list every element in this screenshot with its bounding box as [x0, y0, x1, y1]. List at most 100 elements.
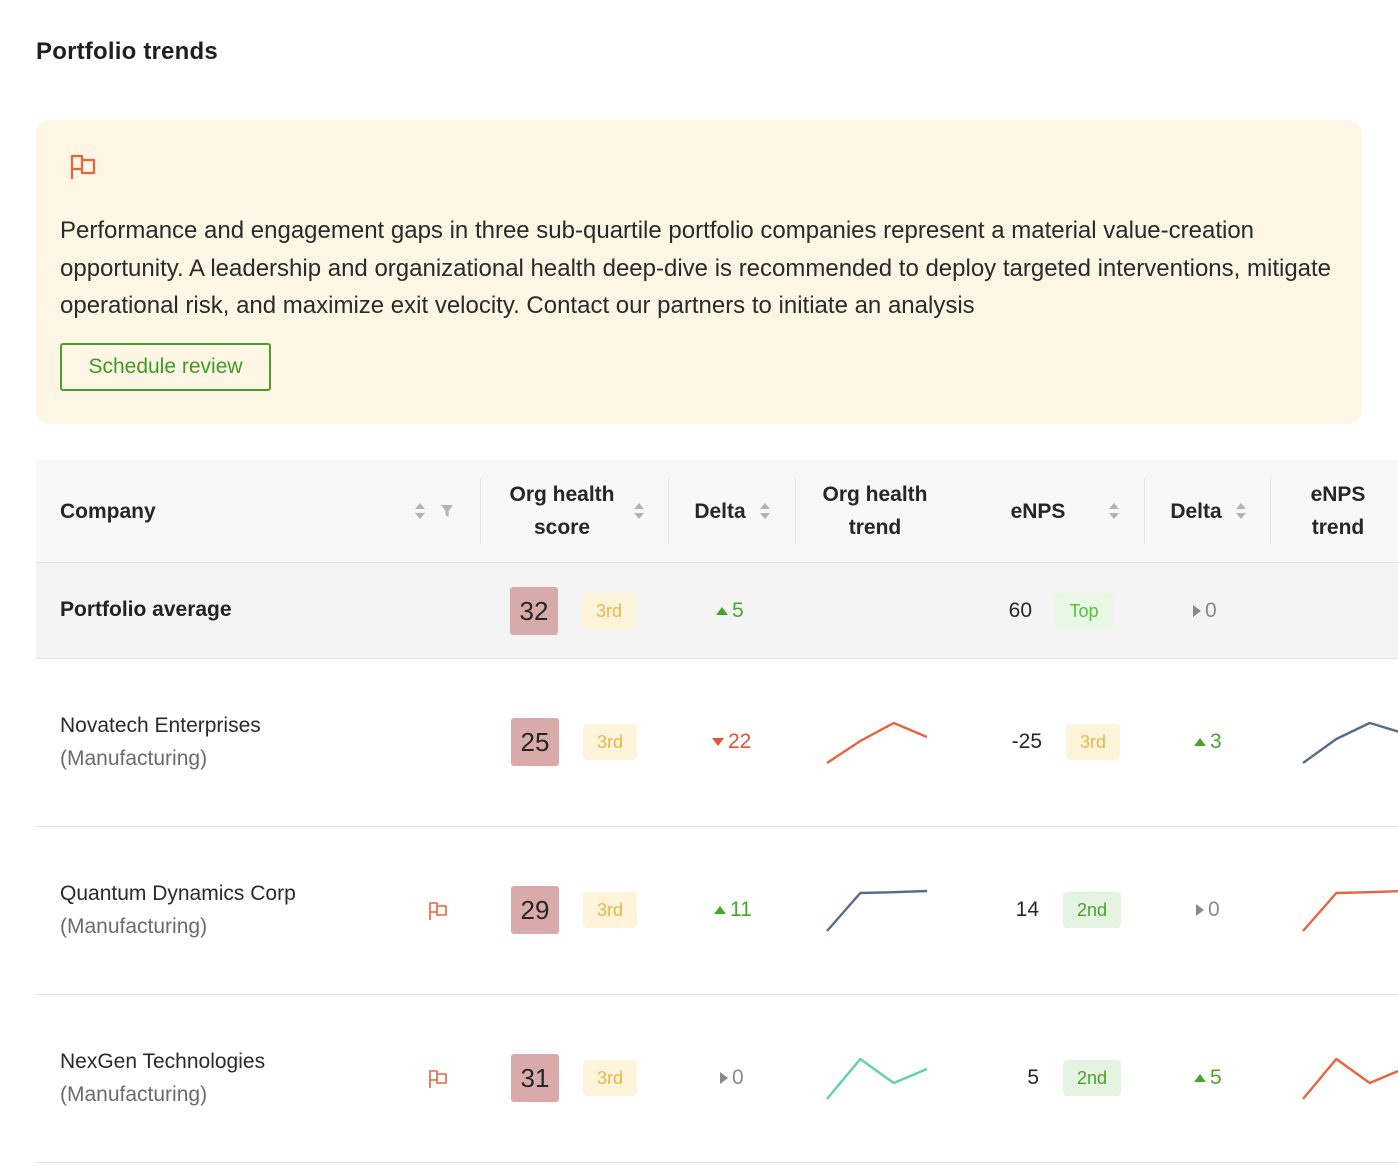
portfolio-average-label: Portfolio average: [60, 598, 232, 621]
org-health-delta: 5: [716, 599, 744, 623]
quartile-badge: 3rd: [582, 593, 636, 629]
enps-trend-sparkline: [1302, 721, 1398, 764]
enps-value: 5: [1027, 1066, 1039, 1089]
enps-value: 14: [1015, 898, 1039, 921]
enps-delta: 3: [1194, 730, 1222, 754]
company-industry: (Manufacturing): [60, 1083, 208, 1106]
sparkline-path: [826, 721, 928, 765]
col-enps-label: eNPS: [1010, 499, 1066, 523]
enps-delta: 0: [1193, 599, 1217, 623]
enps-delta-value: 5: [1210, 1066, 1222, 1089]
company-cell: NexGen Technologies (Manufacturing): [60, 1045, 265, 1111]
portfolio-average-row: Portfolio average 32 3rd 5 60 Top 0: [36, 563, 1398, 659]
col-org-health-trend: Org health trend: [810, 460, 940, 562]
company-industry: (Manufacturing): [60, 747, 208, 770]
col-org-health-score[interactable]: Org health score: [500, 460, 624, 562]
company-name[interactable]: Novatech Enterprises: [60, 709, 261, 742]
filter-icon[interactable]: [440, 504, 454, 518]
col-enps-delta[interactable]: Delta: [1162, 460, 1230, 562]
sparkline-path: [826, 1057, 928, 1100]
table-row[interactable]: Novatech Enterprises (Manufacturing) 25 …: [36, 659, 1398, 827]
org-health-delta-value: 5: [732, 599, 744, 622]
portfolio-table: Company Org health score Delta Org health…: [36, 460, 1398, 1170]
enps-value: -25: [1011, 730, 1042, 753]
up-arrow-icon: [1194, 1074, 1206, 1082]
up-arrow-icon: [716, 607, 728, 615]
up-arrow-icon: [714, 906, 726, 914]
company-name[interactable]: Quantum Dynamics Corp: [60, 877, 296, 910]
enps-trend-sparkline: [1302, 1057, 1398, 1100]
enps-quartile-badge: 2nd: [1063, 892, 1121, 928]
org-health-score: 29: [511, 886, 559, 934]
company-name[interactable]: NexGen Technologies: [60, 1045, 265, 1078]
col-org-health-trend-label-1: Org health: [822, 483, 928, 506]
org-health-trend-sparkline: [826, 1057, 928, 1100]
col-delta[interactable]: Delta: [686, 460, 754, 562]
col-enps-trend-label-2: trend: [1311, 516, 1365, 539]
org-health-delta-value: 0: [732, 1066, 744, 1089]
col-enps-delta-label: Delta: [1170, 499, 1222, 523]
flat-arrow-icon: [1196, 904, 1204, 916]
flag-icon: [70, 154, 96, 179]
flat-arrow-icon: [1193, 605, 1201, 617]
sort-icon[interactable]: [1235, 502, 1247, 520]
col-enps-trend: eNPS trend: [1292, 460, 1384, 562]
enps-quartile-badge: 2nd: [1063, 1060, 1121, 1096]
sort-icon[interactable]: [414, 502, 426, 520]
col-company[interactable]: Company: [60, 460, 360, 562]
recommendation-banner: Performance and engagement gaps in three…: [36, 120, 1362, 424]
table-header: Company Org health score Delta Org health…: [36, 460, 1398, 563]
company-cell: Novatech Enterprises (Manufacturing): [60, 709, 261, 775]
schedule-review-button[interactable]: Schedule review: [60, 343, 271, 391]
company-industry: (Manufacturing): [60, 915, 208, 938]
org-health-score: 25: [511, 718, 559, 766]
sparkline-path: [1302, 889, 1398, 932]
col-org-health-score-label-2: score: [533, 516, 591, 539]
enps-delta: 5: [1194, 1066, 1222, 1090]
column-divider: [480, 478, 481, 544]
org-health-score: 32: [510, 587, 558, 635]
sort-icon[interactable]: [633, 502, 645, 520]
quartile-badge: 3rd: [583, 892, 637, 928]
column-divider: [795, 478, 796, 544]
enps-delta: 0: [1196, 898, 1220, 922]
column-divider: [668, 478, 669, 544]
enps-quartile-badge: Top: [1055, 593, 1113, 629]
column-divider: [1270, 478, 1271, 544]
up-arrow-icon: [1194, 738, 1206, 746]
banner-message: Performance and engagement gaps in three…: [60, 217, 1332, 319]
org-health-trend-sparkline: [826, 889, 928, 932]
enps-delta-value: 3: [1210, 730, 1222, 753]
column-divider: [1144, 478, 1145, 544]
sort-icon[interactable]: [759, 502, 771, 520]
enps-trend-sparkline: [1302, 889, 1398, 932]
org-health-trend-sparkline: [826, 721, 928, 765]
org-health-score: 31: [511, 1054, 559, 1102]
org-health-delta: 22: [712, 730, 751, 754]
org-health-delta-value: 22: [728, 730, 752, 753]
sparkline-path: [1302, 1057, 1398, 1100]
flag-icon[interactable]: [427, 1069, 449, 1089]
quartile-badge: 3rd: [583, 1060, 637, 1096]
enps-value: 60: [1008, 599, 1032, 622]
table-row[interactable]: NexGen Technologies (Manufacturing) 31 3…: [36, 995, 1398, 1163]
enps-delta-value: 0: [1205, 599, 1217, 622]
flat-arrow-icon: [720, 1072, 728, 1084]
org-health-delta: 0: [720, 1066, 744, 1090]
org-health-delta-value: 11: [730, 898, 752, 921]
sort-icon[interactable]: [1108, 502, 1120, 520]
down-arrow-icon: [712, 738, 724, 746]
flag-icon[interactable]: [427, 901, 449, 921]
quartile-badge: 3rd: [583, 724, 637, 760]
sparkline-path: [1302, 721, 1398, 764]
sparkline-path: [826, 889, 928, 932]
company-cell: Quantum Dynamics Corp (Manufacturing): [60, 877, 296, 943]
table-row[interactable]: Quantum Dynamics Corp (Manufacturing) 29…: [36, 827, 1398, 995]
col-enps[interactable]: eNPS: [998, 460, 1078, 562]
enps-quartile-badge: 3rd: [1066, 724, 1120, 760]
col-enps-trend-label-1: eNPS: [1310, 483, 1366, 506]
col-company-label: Company: [60, 499, 156, 523]
col-delta-label: Delta: [694, 499, 746, 523]
page-title: Portfolio trends: [36, 38, 218, 65]
col-org-health-score-label-1: Org health: [509, 483, 615, 506]
